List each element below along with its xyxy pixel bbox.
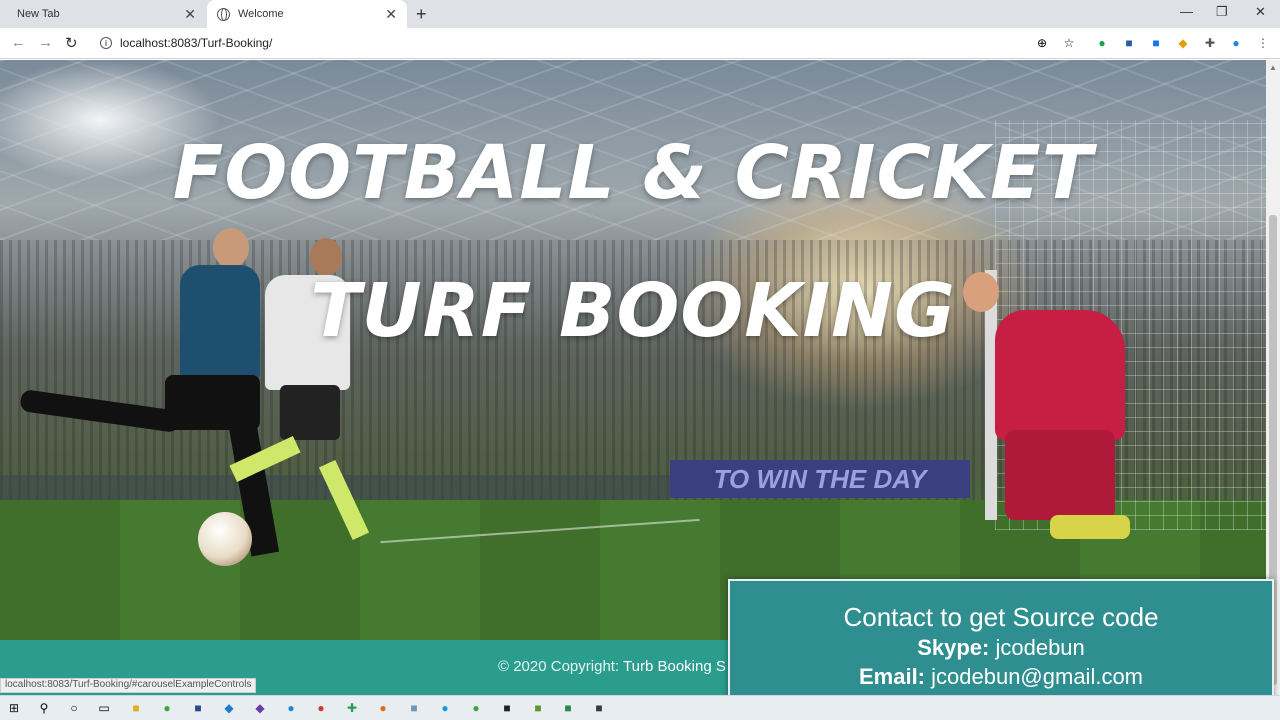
- zoom-icon[interactable]: ⊕: [1034, 35, 1050, 51]
- maximize-button[interactable]: ❐: [1216, 4, 1228, 20]
- edge-icon[interactable]: ●: [283, 700, 299, 716]
- forward-icon[interactable]: →: [38, 34, 53, 51]
- browser-toolbar: ← → ↻ i localhost:8083/Turf-Booking/ ⊕ ☆…: [0, 28, 1280, 59]
- copyright-prefix: © 2020 Copyright:: [498, 658, 624, 675]
- close-tab-icon[interactable]: ✕: [385, 7, 397, 21]
- cortana-icon[interactable]: ○: [66, 700, 82, 716]
- grammarly-extension-icon[interactable]: ●: [1094, 35, 1110, 51]
- app-icon[interactable]: ■: [591, 700, 607, 716]
- tab-label: New Tab: [17, 8, 60, 20]
- puzzle-extensions-icon[interactable]: ✚: [1202, 35, 1218, 51]
- minimize-button[interactable]: —: [1180, 4, 1193, 19]
- player-head: [213, 228, 249, 268]
- player-shorts: [280, 385, 340, 440]
- url-text: localhost:8083/Turf-Booking/: [120, 36, 273, 50]
- scroll-up-icon[interactable]: ▲: [1269, 63, 1277, 72]
- app-icon[interactable]: ✚: [344, 700, 360, 716]
- app-icon[interactable]: ■: [499, 700, 515, 716]
- email-line: Email: jcodebun@gmail.com: [730, 662, 1272, 691]
- info-icon[interactable]: i: [100, 37, 112, 49]
- goalkeeper-legs: [1005, 430, 1115, 520]
- hero-carousel[interactable]: TO WIN THE DAY FOOTBALL & CRICKET TURF B…: [0, 60, 1266, 640]
- app-icon[interactable]: ■: [190, 700, 206, 716]
- hero-title-line2: TURF BOOKING: [310, 268, 956, 354]
- app-icon[interactable]: ●: [468, 700, 484, 716]
- new-tab-button[interactable]: +: [416, 5, 427, 23]
- app-icon[interactable]: ●: [159, 700, 175, 716]
- tab-welcome[interactable]: Welcome ✕: [207, 0, 407, 28]
- globe-icon: [217, 7, 230, 21]
- copyright-text: © 2020 Copyright: Turb Booking S: [498, 658, 726, 675]
- tab-bar: New Tab ✕ Welcome ✕ + — ❐ ✕: [0, 0, 1280, 28]
- chrome-icon[interactable]: ●: [313, 700, 329, 716]
- app-icon[interactable]: ■: [406, 700, 422, 716]
- contact-card: Contact to get Source code Skype: jcodeb…: [728, 579, 1274, 710]
- email-label: Email:: [858, 664, 926, 689]
- extension-icon[interactable]: ◆: [1175, 35, 1191, 51]
- windows-start-icon[interactable]: ⊞: [6, 700, 22, 716]
- email-value: jcodebun@gmail.com: [925, 664, 1144, 689]
- skype-label: Skype:: [917, 635, 990, 660]
- status-bar-url: localhost:8083/Turf-Booking/#carouselExa…: [0, 678, 257, 693]
- bookmark-star-icon[interactable]: ☆: [1061, 35, 1077, 51]
- close-window-button[interactable]: ✕: [1255, 4, 1266, 20]
- task-view-icon[interactable]: ▭: [96, 700, 112, 716]
- reload-icon[interactable]: ↻: [65, 34, 78, 52]
- close-tab-icon[interactable]: ✕: [184, 7, 196, 21]
- hero-title-line1: FOOTBALL & CRICKET: [172, 130, 1094, 216]
- contact-heading: Contact to get Source code: [843, 602, 1159, 632]
- firefox-icon[interactable]: ●: [375, 700, 391, 716]
- address-bar[interactable]: i localhost:8083/Turf-Booking/: [94, 32, 1094, 54]
- extension-icon[interactable]: ■: [1148, 35, 1164, 51]
- goalkeeper-boots: [1050, 515, 1130, 539]
- skype-line: Skype: jcodebun: [730, 633, 1272, 662]
- app-icon[interactable]: ■: [560, 700, 576, 716]
- menu-kebab-icon[interactable]: ⋮: [1255, 35, 1271, 51]
- copyright-brand-link[interactable]: Turb Booking S: [623, 658, 726, 675]
- visual-studio-icon[interactable]: ◆: [252, 700, 268, 716]
- extension-icon[interactable]: ■: [1121, 35, 1137, 51]
- file-explorer-icon[interactable]: ■: [128, 700, 144, 716]
- skype-value: jcodebun: [989, 635, 1085, 660]
- tab-label: Welcome: [238, 8, 284, 20]
- app-icon[interactable]: ■: [530, 700, 546, 716]
- vscode-icon[interactable]: ◆: [221, 700, 237, 716]
- skype-icon[interactable]: ●: [437, 700, 453, 716]
- ad-banner: TO WIN THE DAY: [670, 460, 970, 498]
- profile-avatar-icon[interactable]: ●: [1228, 35, 1244, 51]
- football: [198, 512, 252, 566]
- back-icon[interactable]: ←: [11, 34, 26, 51]
- tab-new-tab[interactable]: New Tab ✕: [0, 0, 206, 28]
- taskbar: ⊞ ⚲ ○ ▭ ■ ● ■ ◆ ◆ ● ● ✚ ● ■ ● ● ■ ■ ■ ■: [0, 695, 1280, 720]
- search-icon[interactable]: ⚲: [36, 700, 52, 716]
